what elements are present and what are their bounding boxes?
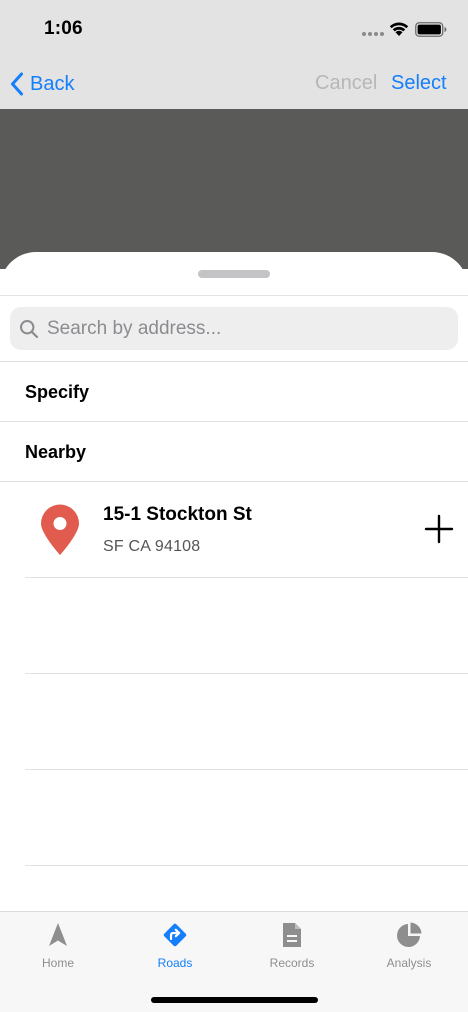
divider (0, 421, 468, 422)
search-input[interactable] (47, 317, 427, 340)
tab-roads[interactable]: Roads (125, 921, 225, 981)
directions-icon (163, 923, 187, 947)
search-icon (20, 319, 39, 338)
search-bar[interactable] (10, 307, 458, 350)
address-title: 15-1 Stockton St (103, 504, 252, 525)
tab-label: Analysis (386, 956, 432, 970)
divider (25, 673, 468, 674)
divider (0, 295, 468, 296)
wifi-icon (389, 22, 409, 36)
tab-label: Home (41, 956, 74, 970)
sheet-grabber[interactable] (198, 270, 270, 278)
status-bar: 1:06 (0, 0, 468, 60)
cancel-button[interactable]: Cancel (315, 72, 377, 95)
map-view[interactable] (0, 109, 468, 269)
plus-icon[interactable] (424, 514, 454, 544)
home-indicator[interactable] (151, 997, 318, 1003)
bottom-sheet: Specify Nearby 15-1 Stockton St SF CA 94… (0, 252, 468, 912)
document-icon (283, 923, 301, 947)
map-pin-icon (41, 504, 79, 555)
address-subtitle: SF CA 94108 (103, 538, 201, 555)
pie-chart-icon (397, 922, 422, 947)
chevron-left-icon (11, 72, 23, 96)
divider (25, 769, 468, 770)
address-list-item[interactable]: 15-1 Stockton St SF CA 94108 (0, 482, 468, 578)
nav-bar: Back Cancel Select (0, 60, 468, 108)
navigation-arrow-icon (49, 923, 67, 946)
nearby-section-label: Nearby (25, 442, 87, 462)
status-time: 1:06 (44, 18, 83, 39)
tab-label: Roads (157, 956, 193, 970)
back-label: Back (30, 72, 75, 95)
tab-bar: Home Roads Records Analysis (0, 911, 468, 1012)
tab-label: Records (269, 956, 315, 970)
divider (25, 865, 468, 866)
navigation-header: 1:06 Back Cancel Select (0, 0, 468, 109)
battery-icon (415, 22, 447, 37)
select-button[interactable]: Select (391, 72, 447, 95)
cellular-signal-icon (362, 32, 384, 36)
divider (0, 361, 468, 362)
specify-section-label[interactable]: Specify (25, 382, 89, 403)
tab-home[interactable]: Home (8, 921, 108, 981)
tab-analysis[interactable]: Analysis (359, 921, 459, 981)
tab-records[interactable]: Records (242, 921, 342, 981)
divider (25, 577, 468, 578)
back-button[interactable]: Back (10, 70, 74, 98)
